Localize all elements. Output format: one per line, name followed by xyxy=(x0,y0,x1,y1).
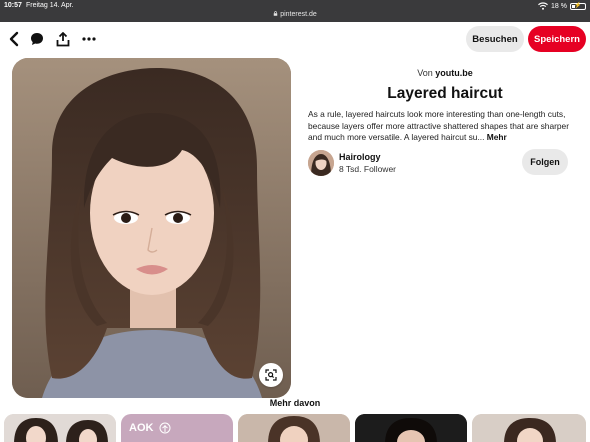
battery-icon: ⚡ xyxy=(570,2,586,10)
thumb-image xyxy=(472,414,586,442)
battery-percent: 18 % xyxy=(551,2,567,10)
share-button[interactable] xyxy=(51,27,75,51)
status-time: 10:57 xyxy=(4,2,22,9)
save-button[interactable]: Speichern xyxy=(528,26,586,52)
creator-name[interactable]: Hairology xyxy=(339,152,381,162)
status-indicators: 18 % ⚡ xyxy=(538,2,586,10)
read-more-link[interactable]: Mehr xyxy=(487,132,507,142)
creator-followers: 8 Tsd. Follower xyxy=(339,164,397,174)
avatar-image xyxy=(308,150,334,176)
aok-tree-icon xyxy=(159,422,171,434)
description-text: As a rule, layered haircuts look more in… xyxy=(308,109,570,143)
source-domain[interactable]: youtu.be xyxy=(435,68,473,78)
related-pin-3[interactable] xyxy=(238,414,350,442)
pin-description: As a rule, layered haircuts look more in… xyxy=(308,109,570,144)
address-url: pinterest.de xyxy=(280,11,317,18)
wifi-icon xyxy=(538,2,548,10)
more-options-button[interactable] xyxy=(77,27,101,51)
chevron-left-icon xyxy=(9,31,19,47)
pin-title: Layered haircut xyxy=(387,85,503,102)
related-pin-1[interactable] xyxy=(4,414,116,442)
aok-logo: AOK xyxy=(129,422,154,434)
share-upload-icon xyxy=(56,31,70,46)
pin-source[interactable]: Von youtu.be xyxy=(300,68,590,78)
more-like-this-heading: Mehr davon xyxy=(269,398,321,408)
portrait-image xyxy=(12,58,291,398)
follow-button[interactable]: Folgen xyxy=(522,149,568,175)
lock-icon xyxy=(273,11,278,16)
thumb-image xyxy=(4,414,116,442)
source-prefix: Von xyxy=(417,68,433,78)
pin-image[interactable] xyxy=(12,58,291,398)
status-date: Freitag 14. Apr. xyxy=(26,2,74,9)
creator-avatar[interactable] xyxy=(308,150,334,176)
comment-button[interactable] xyxy=(25,27,49,51)
status-bar: 10:57 Freitag 14. Apr. pinterest.de 18 %… xyxy=(0,0,590,22)
ellipsis-icon xyxy=(82,37,96,41)
related-pin-2[interactable]: AOK xyxy=(121,414,233,442)
related-pin-5[interactable] xyxy=(472,414,586,442)
thumb-image xyxy=(355,414,467,442)
visual-search-icon xyxy=(265,369,277,381)
related-pin-4[interactable] xyxy=(355,414,467,442)
thumb-image xyxy=(238,414,350,442)
visit-button[interactable]: Besuchen xyxy=(466,26,524,52)
speech-bubble-icon xyxy=(31,33,43,45)
address-bar[interactable]: pinterest.de xyxy=(0,11,590,18)
back-button[interactable] xyxy=(2,27,26,51)
visual-search-button[interactable] xyxy=(259,363,283,387)
